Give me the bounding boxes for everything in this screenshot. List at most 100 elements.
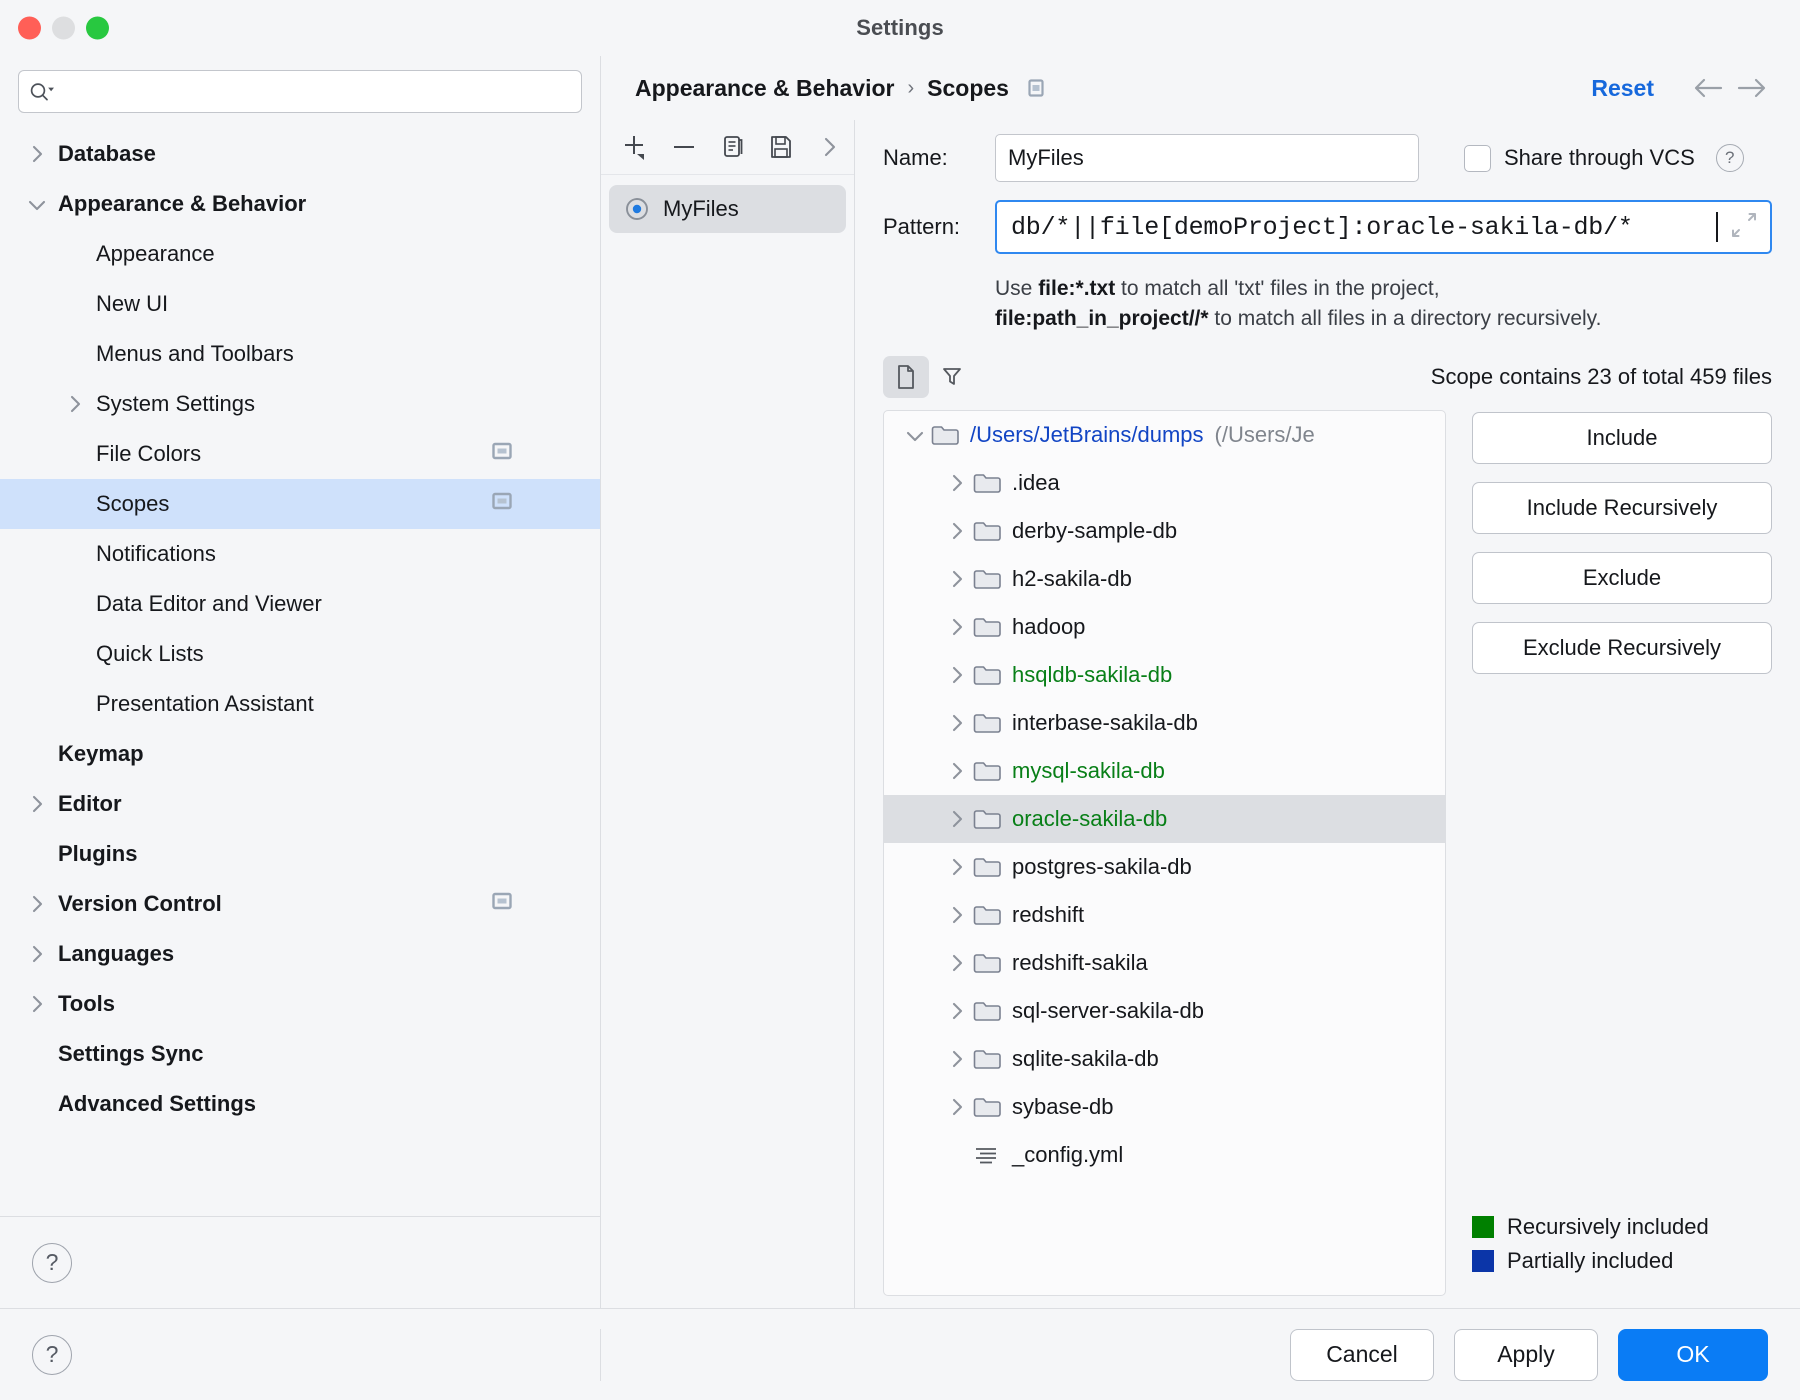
sidebar-item-label: Menus and Toolbars bbox=[96, 341, 294, 367]
search-input[interactable] bbox=[55, 81, 571, 103]
scope-list-item[interactable]: MyFiles bbox=[609, 185, 846, 233]
chevron-right-icon[interactable] bbox=[942, 470, 972, 496]
pattern-input[interactable]: db/*||file[demoProject]:oracle-sakila-db… bbox=[995, 200, 1772, 254]
breadcrumb-parent[interactable]: Appearance & Behavior bbox=[635, 75, 894, 102]
reset-button[interactable]: Reset bbox=[1591, 75, 1654, 102]
sidebar-item-settings-sync[interactable]: Settings Sync bbox=[0, 1029, 600, 1079]
include-button[interactable]: Include bbox=[1472, 412, 1772, 464]
search-container bbox=[0, 56, 600, 125]
sidebar-item-scopes[interactable]: Scopes bbox=[0, 479, 600, 529]
file-tree[interactable]: /Users/JetBrains/dumps(/Users/Je.ideader… bbox=[883, 410, 1446, 1296]
chevron-right-icon[interactable] bbox=[942, 662, 972, 688]
file-tree-row[interactable]: h2-sakila-db bbox=[884, 555, 1445, 603]
chevron-right-icon[interactable] bbox=[24, 141, 50, 167]
search-box[interactable] bbox=[18, 70, 582, 113]
file-icon[interactable] bbox=[883, 356, 929, 398]
arrow-left-icon[interactable] bbox=[1688, 67, 1730, 109]
chevron-down-icon[interactable] bbox=[24, 191, 50, 217]
remove-scope-button[interactable] bbox=[660, 123, 709, 171]
sidebar-item-data-editor-and-viewer[interactable]: Data Editor and Viewer bbox=[0, 579, 600, 629]
expand-diagonal-icon[interactable] bbox=[1728, 210, 1760, 245]
chevron-right-icon[interactable] bbox=[942, 806, 972, 832]
chevron-right-icon[interactable] bbox=[62, 391, 88, 417]
sidebar-item-presentation-assistant[interactable]: Presentation Assistant bbox=[0, 679, 600, 729]
file-tree-row[interactable]: postgres-sakila-db bbox=[884, 843, 1445, 891]
chevron-right-icon[interactable] bbox=[24, 791, 50, 817]
sidebar-item-label: Version Control bbox=[58, 891, 222, 917]
file-tree-row[interactable]: derby-sample-db bbox=[884, 507, 1445, 555]
chevron-right-icon[interactable] bbox=[942, 950, 972, 976]
file-tree-row[interactable]: mysql-sakila-db bbox=[884, 747, 1445, 795]
chevron-right-icon[interactable] bbox=[805, 123, 854, 171]
sidebar-item-notifications[interactable]: Notifications bbox=[0, 529, 600, 579]
exclude-recursively-button[interactable]: Exclude Recursively bbox=[1472, 622, 1772, 674]
file-tree-row[interactable]: sql-server-sakila-db bbox=[884, 987, 1445, 1035]
chevron-right-icon[interactable] bbox=[942, 710, 972, 736]
chevron-right-icon[interactable] bbox=[24, 991, 50, 1017]
file-tree-row-label: interbase-sakila-db bbox=[1012, 710, 1198, 736]
sidebar-item-editor[interactable]: Editor bbox=[0, 779, 600, 829]
chevron-right-icon[interactable] bbox=[942, 1046, 972, 1072]
include-recursively-button[interactable]: Include Recursively bbox=[1472, 482, 1772, 534]
folder-icon bbox=[972, 614, 1002, 640]
file-tree-row[interactable]: sybase-db bbox=[884, 1083, 1445, 1131]
sidebar-item-menus-and-toolbars[interactable]: Menus and Toolbars bbox=[0, 329, 600, 379]
minimize-window-button[interactable] bbox=[52, 17, 75, 40]
sidebar-item-label: Tools bbox=[58, 991, 115, 1017]
sidebar-item-file-colors[interactable]: File Colors bbox=[0, 429, 600, 479]
sidebar-item-plugins[interactable]: Plugins bbox=[0, 829, 600, 879]
sidebar-item-new-ui[interactable]: New UI bbox=[0, 279, 600, 329]
chevron-right-icon[interactable] bbox=[24, 891, 50, 917]
save-icon[interactable] bbox=[757, 123, 806, 171]
chevron-right-icon[interactable] bbox=[942, 854, 972, 880]
file-tree-row[interactable]: /Users/JetBrains/dumps(/Users/Je bbox=[884, 411, 1445, 459]
folder-icon bbox=[972, 662, 1002, 688]
maximize-window-button[interactable] bbox=[86, 17, 109, 40]
cancel-button[interactable]: Cancel bbox=[1290, 1329, 1434, 1381]
filter-icon[interactable] bbox=[929, 356, 975, 398]
file-tree-row[interactable]: interbase-sakila-db bbox=[884, 699, 1445, 747]
sidebar-item-tools[interactable]: Tools bbox=[0, 979, 600, 1029]
scope-name-input[interactable] bbox=[995, 134, 1419, 182]
chevron-right-icon[interactable] bbox=[942, 566, 972, 592]
help-button-footer[interactable]: ? bbox=[32, 1335, 72, 1375]
chevron-right-icon[interactable] bbox=[942, 902, 972, 928]
help-button[interactable]: ? bbox=[32, 1243, 72, 1283]
sidebar-item-appearance[interactable]: Appearance bbox=[0, 229, 600, 279]
sidebar-item-advanced-settings[interactable]: Advanced Settings bbox=[0, 1079, 600, 1129]
file-tree-row[interactable]: redshift-sakila bbox=[884, 939, 1445, 987]
share-help-icon[interactable]: ? bbox=[1716, 144, 1744, 172]
add-scope-button[interactable] bbox=[611, 123, 660, 171]
chevron-right-icon[interactable] bbox=[942, 614, 972, 640]
copy-icon[interactable] bbox=[708, 123, 757, 171]
sidebar-item-label: Advanced Settings bbox=[58, 1091, 256, 1117]
close-window-button[interactable] bbox=[18, 17, 41, 40]
file-tree-row[interactable]: hsqldb-sakila-db bbox=[884, 651, 1445, 699]
share-through-vcs-checkbox[interactable]: Share through VCS ? bbox=[1464, 144, 1744, 172]
chevron-right-icon[interactable] bbox=[942, 998, 972, 1024]
sidebar-item-quick-lists[interactable]: Quick Lists bbox=[0, 629, 600, 679]
chevron-down-icon[interactable] bbox=[900, 422, 930, 448]
checkbox-box[interactable] bbox=[1464, 145, 1491, 172]
sidebar-item-system-settings[interactable]: System Settings bbox=[0, 379, 600, 429]
apply-button[interactable]: Apply bbox=[1454, 1329, 1598, 1381]
file-tree-row[interactable]: _config.yml bbox=[884, 1131, 1445, 1179]
exclude-button[interactable]: Exclude bbox=[1472, 552, 1772, 604]
chevron-right-icon[interactable] bbox=[24, 941, 50, 967]
sidebar-item-database[interactable]: Database bbox=[0, 129, 600, 179]
file-tree-row[interactable]: .idea bbox=[884, 459, 1445, 507]
sidebar-item-keymap[interactable]: Keymap bbox=[0, 729, 600, 779]
file-tree-row[interactable]: oracle-sakila-db bbox=[884, 795, 1445, 843]
chevron-right-icon[interactable] bbox=[942, 1094, 972, 1120]
sidebar-item-languages[interactable]: Languages bbox=[0, 929, 600, 979]
legend-swatch bbox=[1472, 1216, 1494, 1238]
file-tree-row[interactable]: redshift bbox=[884, 891, 1445, 939]
chevron-right-icon[interactable] bbox=[942, 758, 972, 784]
chevron-right-icon[interactable] bbox=[942, 518, 972, 544]
arrow-right-icon[interactable] bbox=[1730, 67, 1772, 109]
sidebar-item-version-control[interactable]: Version Control bbox=[0, 879, 600, 929]
file-tree-row[interactable]: sqlite-sakila-db bbox=[884, 1035, 1445, 1083]
file-tree-row[interactable]: hadoop bbox=[884, 603, 1445, 651]
ok-button[interactable]: OK bbox=[1618, 1329, 1768, 1381]
sidebar-item-appearance-behavior[interactable]: Appearance & Behavior bbox=[0, 179, 600, 229]
